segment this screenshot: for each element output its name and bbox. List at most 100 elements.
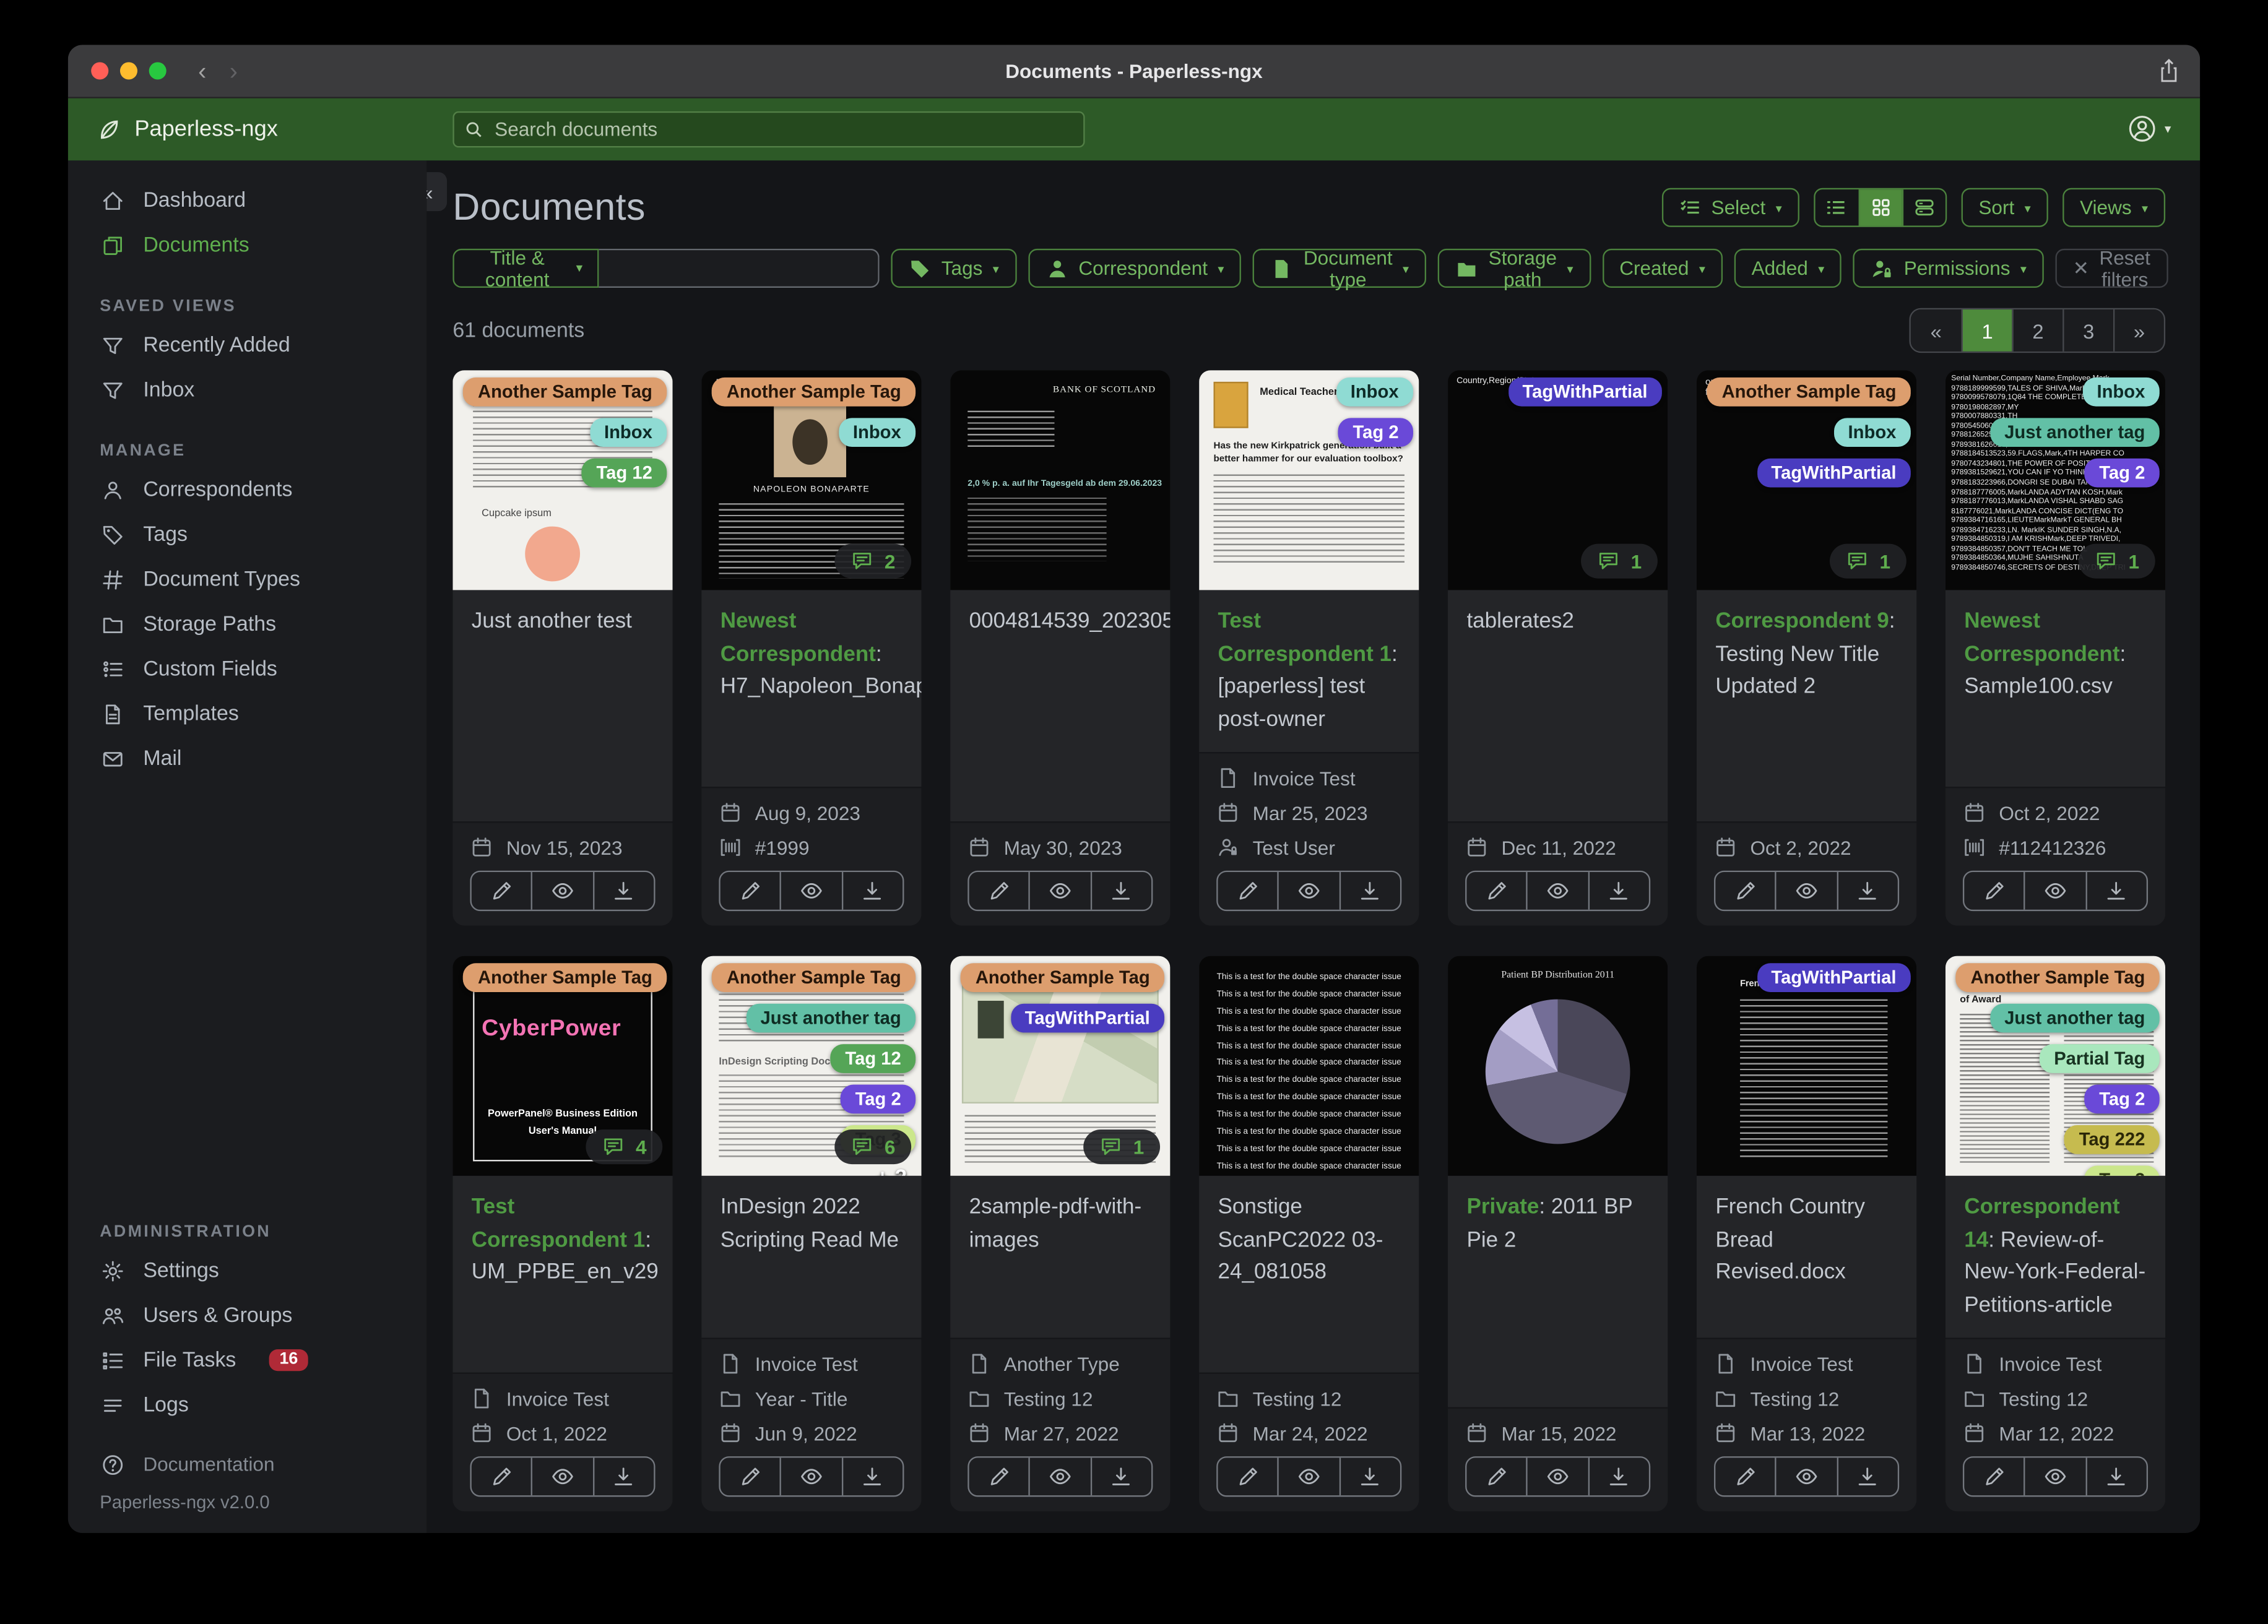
view-document-button[interactable] <box>1029 872 1090 910</box>
sidebar-collapse-button[interactable]: « <box>426 172 448 212</box>
document-thumbnail[interactable]: Francja pod rNAPOLEON BONAPARTEAnother S… <box>701 370 922 590</box>
tag-inbox[interactable]: Inbox <box>1336 377 1413 407</box>
document-thumbnail[interactable]: French Country BreadTagWithPartial <box>1696 956 1917 1176</box>
document-title[interactable]: InDesign 2022 Scripting Read Me <box>701 1175 922 1338</box>
sidebar-item-file-tasks[interactable]: File Tasks 16 <box>68 1337 427 1382</box>
sidebar-item-dashboard[interactable]: Dashboard <box>68 178 427 222</box>
filter-created-button[interactable]: Created ▾ <box>1602 248 1723 288</box>
tag-another-sample-tag[interactable]: Another Sample Tag <box>961 963 1165 992</box>
tag-tag-2[interactable]: Tag 2 <box>841 1084 916 1114</box>
download-document-button[interactable] <box>592 1458 654 1496</box>
sidebar-item-documents[interactable]: Documents <box>68 223 427 267</box>
view-document-button[interactable] <box>780 872 841 910</box>
document-thumbnail[interactable]: CyberPower PowerPanel® Business Edition Us… <box>452 956 673 1176</box>
sidebar-item-inbox[interactable]: Inbox <box>68 368 427 412</box>
view-document-button[interactable] <box>1526 872 1588 910</box>
sidebar-item-correspondents[interactable]: Correspondents <box>68 467 427 512</box>
edit-document-button[interactable] <box>1964 872 2024 910</box>
document-title[interactable]: tablerates2 <box>1448 590 1668 822</box>
view-document-button[interactable] <box>531 872 592 910</box>
tag-just-another-tag[interactable]: Just another tag <box>1989 1003 2160 1033</box>
title-content-dropdown[interactable]: Title & content ▾ <box>452 246 599 290</box>
document-card[interactable]: Serial Number,Company Name,Employee Mark… <box>1945 370 2166 926</box>
tag-tag-222[interactable]: Tag 222 <box>2064 1125 2160 1154</box>
tag-tagwithpartial[interactable]: TagWithPartial <box>1508 377 1662 407</box>
document-title[interactable]: Newest Correspondent: H7_Napoleon_Bonapa… <box>701 590 922 787</box>
sort-button[interactable]: Sort ▾ <box>1961 188 2048 227</box>
document-title[interactable]: Newest Correspondent: Sample100.csv <box>1945 590 2166 787</box>
filter-added-button[interactable]: Added ▾ <box>1734 248 1842 288</box>
comments-badge[interactable]: 1 <box>1582 543 1658 579</box>
download-document-button[interactable] <box>592 872 654 910</box>
document-card[interactable]: CyberPower PowerPanel® Business Edition Us… <box>452 956 673 1511</box>
title-content-input[interactable] <box>598 248 880 288</box>
tag-just-another-tag[interactable]: Just another tag <box>746 1003 916 1033</box>
download-document-button[interactable] <box>841 1458 902 1496</box>
edit-document-button[interactable] <box>721 872 781 910</box>
app-brand[interactable]: Paperless-ngx <box>97 116 278 142</box>
minimize-window-button[interactable] <box>119 62 137 80</box>
sidebar-item-logs[interactable]: Logs <box>68 1383 427 1427</box>
sidebar-item-storage-paths[interactable]: Storage Paths <box>68 602 427 646</box>
sidebar-item-documentation[interactable]: Documentation <box>68 1442 427 1487</box>
edit-document-button[interactable] <box>721 1458 781 1495</box>
tag-tag-3[interactable]: Tag 3 <box>2084 1165 2160 1176</box>
back-icon[interactable]: ‹ <box>198 59 206 84</box>
tag-tag-2[interactable]: Tag 2 <box>2084 1084 2160 1114</box>
view-document-button[interactable] <box>1775 1458 1837 1496</box>
document-correspondent[interactable]: Newest Correspondent <box>1964 609 2119 666</box>
download-document-button[interactable] <box>1090 872 1151 910</box>
edit-document-button[interactable] <box>1715 1458 1775 1495</box>
document-card[interactable]: Adobe Acrobat PDF FilesCupcake ipsumAnot… <box>452 370 673 926</box>
view-document-button[interactable] <box>1278 872 1339 910</box>
download-document-button[interactable] <box>2085 872 2147 910</box>
comments-badge[interactable]: 4 <box>586 1129 663 1165</box>
comments-badge[interactable]: 6 <box>835 1129 912 1165</box>
views-button[interactable]: Views ▾ <box>2062 188 2166 227</box>
sidebar-item-mail[interactable]: Mail <box>68 736 427 780</box>
tag-another-sample-tag[interactable]: Another Sample Tag <box>1707 377 1911 407</box>
document-correspondent[interactable]: Test Correspondent 1 <box>1218 609 1392 666</box>
download-document-button[interactable] <box>1339 872 1400 910</box>
download-document-button[interactable] <box>2085 1458 2147 1496</box>
download-document-button[interactable] <box>1587 1458 1649 1496</box>
filter-tags-button[interactable]: Tags ▾ <box>890 248 1016 288</box>
edit-document-button[interactable] <box>969 1458 1029 1495</box>
view-cards-button[interactable] <box>1902 189 1946 226</box>
view-document-button[interactable] <box>2023 872 2085 910</box>
document-card[interactable]: Francja pod rNAPOLEON BONAPARTEAnother S… <box>701 370 922 926</box>
document-title[interactable]: French Country Bread Revised.docx <box>1696 1175 1917 1338</box>
document-thumbnail[interactable]: BANK OF SCOTLAND 2,0 % p. a. auf Ihr Tage… <box>950 370 1171 590</box>
download-document-button[interactable] <box>1339 1458 1400 1496</box>
sidebar-item-settings[interactable]: Settings <box>68 1248 427 1293</box>
view-list-button[interactable] <box>1815 189 1858 225</box>
document-card[interactable]: Another Sample Tag TagWithPartial 1 2sample… <box>950 956 1171 1511</box>
tag-tag-2[interactable]: Tag 2 <box>2084 458 2160 488</box>
document-thumbnail[interactable]: This is a test for the double space char… <box>1199 956 1419 1176</box>
document-thumbnail[interactable]: Medical Teacher Has the new Kirkpatrick g… <box>1199 370 1419 590</box>
tag-tag-12[interactable]: Tag 12 <box>582 458 667 488</box>
view-grid-button[interactable] <box>1858 189 1902 226</box>
edit-document-button[interactable] <box>1715 872 1775 910</box>
forward-icon[interactable]: › <box>230 59 238 84</box>
sidebar-item-tags[interactable]: Tags <box>68 512 427 556</box>
tag-tagwithpartial[interactable]: TagWithPartial <box>1757 458 1911 488</box>
tag-inbox[interactable]: Inbox <box>1833 418 1911 447</box>
comments-badge[interactable]: 1 <box>1830 543 1907 579</box>
edit-document-button[interactable] <box>969 872 1029 910</box>
tag-another-sample-tag[interactable]: Another Sample Tag <box>712 377 916 407</box>
document-card[interactable]: BANK OF SCOTLAND 2,0 % p. a. auf Ihr Tage… <box>950 370 1171 926</box>
filter-document-type-button[interactable]: Document type ▾ <box>1253 246 1427 290</box>
document-card[interactable]: one,1.0 five,5.0Another Sample TagInboxT… <box>1696 370 1917 926</box>
sidebar-item-users-groups[interactable]: Users & Groups <box>68 1293 427 1337</box>
edit-document-button[interactable] <box>1964 1458 2024 1495</box>
edit-document-button[interactable] <box>1466 872 1526 910</box>
document-card[interactable]: French Country BreadTagWithPartial French… <box>1696 956 1917 1511</box>
document-thumbnail[interactable]: Serial Number,Company Name,Employee Mark… <box>1945 370 2166 590</box>
edit-document-button[interactable] <box>472 1458 532 1495</box>
pagination-page-1[interactable]: 1 <box>1961 309 2012 352</box>
sidebar-item-custom-fields[interactable]: Custom Fields <box>68 647 427 691</box>
document-card[interactable]: This is a test for the double space char… <box>1199 956 1419 1511</box>
tag-tagwithpartial[interactable]: TagWithPartial <box>1010 1003 1165 1033</box>
pagination-page-2[interactable]: 2 <box>2012 309 2063 352</box>
